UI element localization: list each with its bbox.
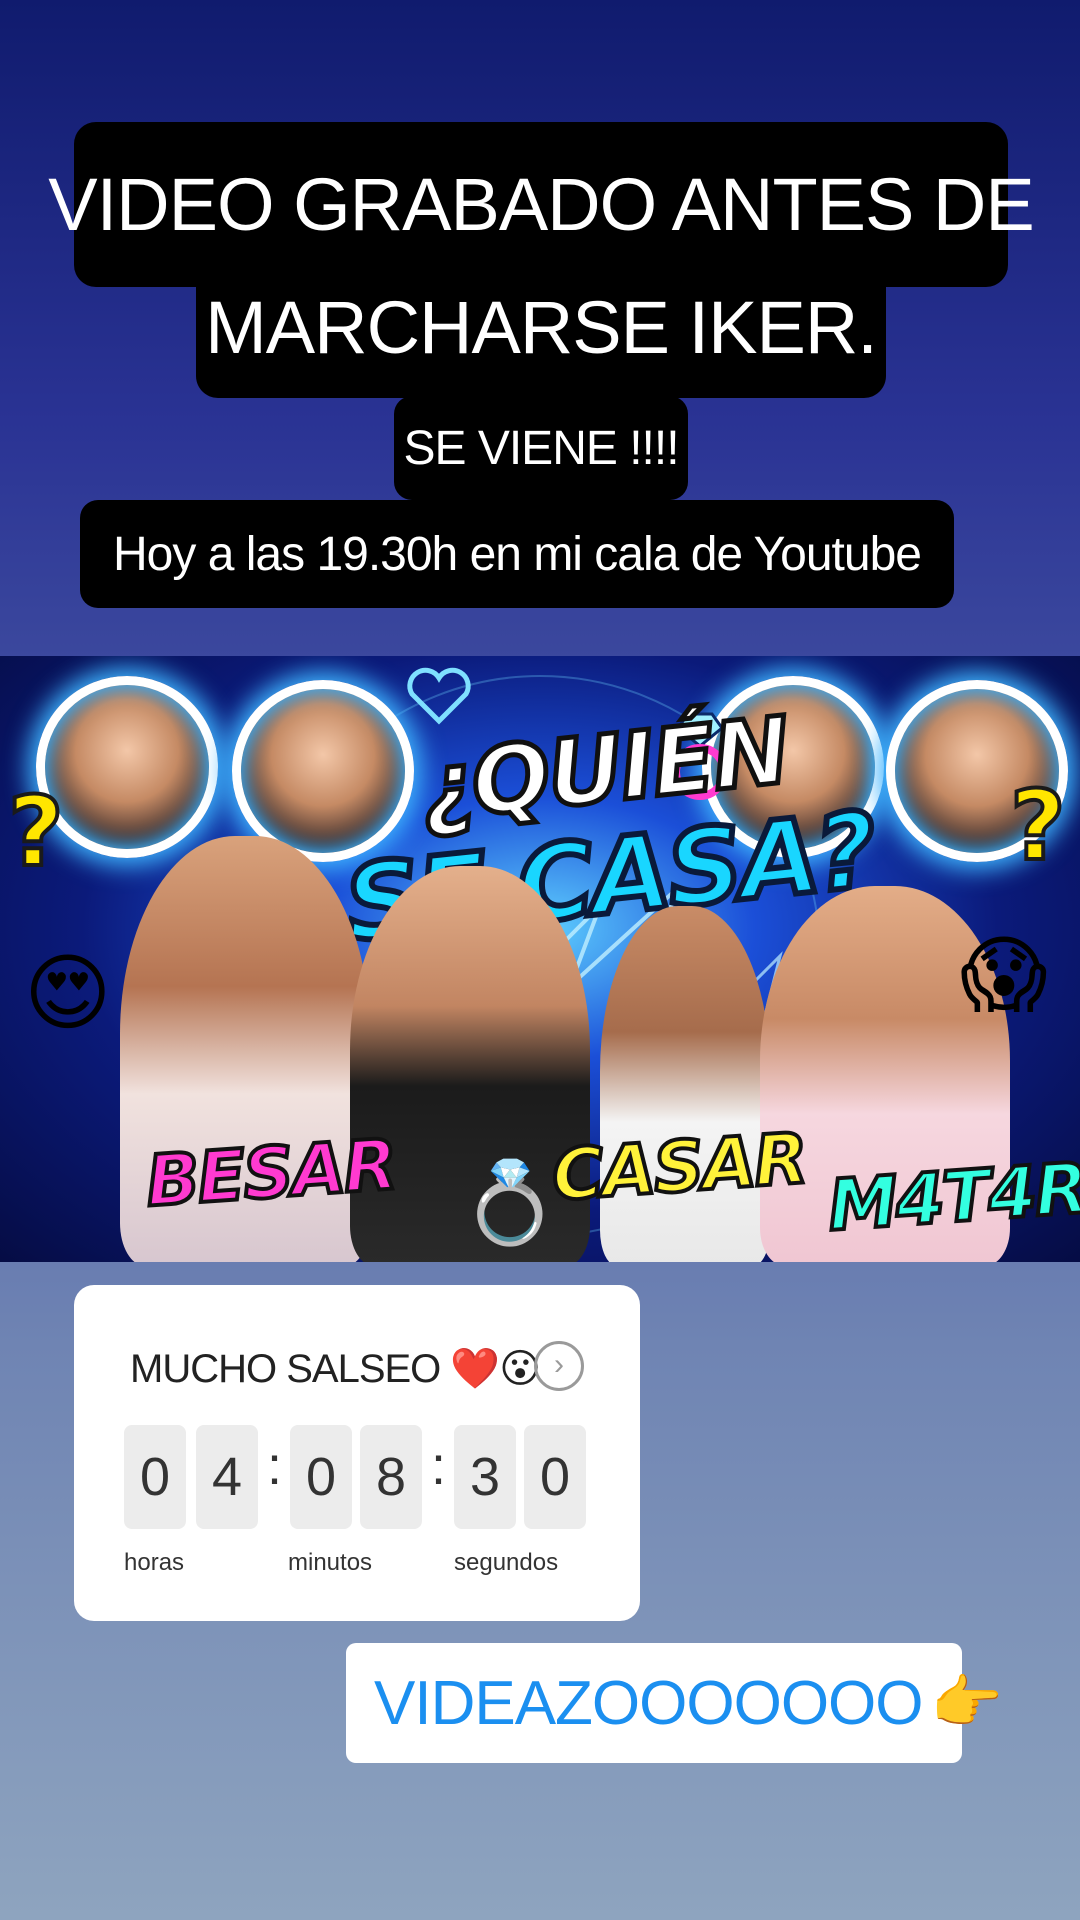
countdown-minutes-digit-1: 0 (290, 1425, 352, 1529)
countdown-minutes-digit-2: 8 (360, 1425, 422, 1529)
countdown-sticker[interactable]: MUCHO SALSEO ❤️😮 › 0 4 : 0 8 : 3 0 horas… (74, 1285, 640, 1621)
question-mark-right-icon: ? (1008, 768, 1068, 884)
caption-text-1: VIDEO GRABADO ANTES DE (48, 162, 1034, 246)
countdown-seconds-digit-1: 3 (454, 1425, 516, 1529)
countdown-hours-digit-2: 4 (196, 1425, 258, 1529)
caption-line-3: SE VIENE !!!! (394, 396, 688, 500)
countdown-label-minutes: minutos (288, 1549, 373, 1576)
countdown-seconds-digit-2: 0 (524, 1425, 586, 1529)
tag-besar: BESAR (141, 1121, 400, 1224)
avatar-ring-2 (232, 680, 414, 862)
countdown-title: MUCHO SALSEO ❤️😮 (130, 1345, 541, 1392)
chevron-right-icon[interactable]: › (534, 1341, 584, 1391)
video-thumbnail: ? ? ¿QUIÉN SE CASA? 😍 😱 💍 BESAR CASAR M4… (0, 656, 1080, 1262)
countdown-colon-2: : (431, 1436, 447, 1496)
link-sticker[interactable]: VIDEAZOOOOOOO 👉 (346, 1643, 1003, 1763)
countdown-title-text: MUCHO SALSEO (130, 1347, 441, 1391)
caption-line-4: Hoy a las 19.30h en mi cala de Youtube (80, 500, 954, 608)
tag-m4t4r: M4T4R (823, 1145, 1080, 1249)
heart-eyes-emoji-icon: 😍 (24, 944, 112, 1042)
countdown-label-hours: horas (124, 1549, 185, 1576)
link-label: VIDEAZOOOOOOO (374, 1668, 924, 1738)
ring-emoji-icon: 💍 (460, 1156, 560, 1249)
caption-text-4: Hoy a las 19.30h en mi cala de Youtube (113, 527, 922, 581)
caption-line-2: MARCHARSE IKER. (196, 256, 886, 398)
countdown-label-seconds: segundos (454, 1549, 559, 1576)
caption-text-2: MARCHARSE IKER. (205, 285, 878, 369)
caption-text-3: SE VIENE !!!! (403, 421, 679, 475)
pointing-hand-emoji-icon: 👉 (930, 1670, 1003, 1735)
countdown-hours-digit-1: 0 (124, 1425, 186, 1529)
countdown-colon-1: : (267, 1436, 283, 1496)
screaming-emoji-icon: 😱 (960, 926, 1048, 1024)
countdown-title-emojis: ❤️😮 (450, 1347, 541, 1391)
heart-outline-icon (407, 667, 471, 725)
question-mark-left-icon: ? (6, 774, 66, 890)
